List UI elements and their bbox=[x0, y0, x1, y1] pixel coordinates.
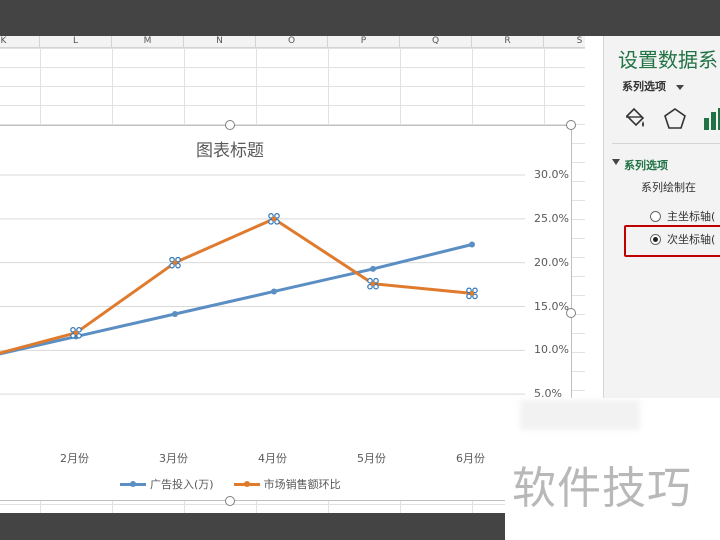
y2-tick-label: 10.0% bbox=[534, 343, 569, 357]
column-header[interactable]: Q bbox=[400, 36, 472, 48]
x-tick-label: 4月份 bbox=[258, 452, 287, 465]
radio-button[interactable] bbox=[650, 210, 661, 222]
top-dark-band bbox=[0, 0, 720, 36]
column-header[interactable]: O bbox=[256, 36, 328, 48]
resize-handle[interactable] bbox=[566, 120, 576, 130]
x-tick-label: 6月份 bbox=[456, 452, 485, 465]
x-tick-label: 5月份 bbox=[357, 452, 386, 465]
chart-title[interactable]: 图表标题 bbox=[150, 136, 310, 161]
highlight-annotation-box bbox=[624, 225, 720, 257]
y2-tick-label: 20.0% bbox=[534, 255, 569, 269]
y2-tick-label: 15.0% bbox=[534, 299, 569, 313]
column-header[interactable]: M bbox=[112, 36, 184, 48]
bottom-dark-band bbox=[0, 513, 505, 540]
x-tick-label: 2月份 bbox=[60, 452, 89, 465]
column-header[interactable]: S bbox=[544, 36, 585, 48]
chart-object[interactable] bbox=[0, 125, 572, 501]
radio-label: 主坐标轴( bbox=[667, 210, 716, 223]
resize-handle[interactable] bbox=[225, 496, 235, 506]
column-header[interactable]: K bbox=[0, 36, 40, 48]
series-options-bars-icon[interactable] bbox=[702, 106, 720, 132]
legend-swatch-line-icon bbox=[120, 480, 146, 487]
series-options-dropdown[interactable]: 系列选项 bbox=[622, 78, 684, 94]
column-header[interactable]: R bbox=[472, 36, 544, 48]
legend-swatch-line-icon bbox=[233, 480, 260, 487]
column-header[interactable]: P bbox=[328, 36, 400, 48]
watermark-text: 软件技巧 bbox=[512, 463, 692, 514]
blurred-region bbox=[520, 400, 640, 430]
format-data-series-pane[interactable]: 设置数据系 系列选项 系列选项 系列绘制在 主坐标轴( 次坐标轴( bbox=[603, 36, 720, 434]
chevron-down-icon bbox=[675, 84, 684, 90]
legend-entry[interactable]: 市场销售额环比 bbox=[233, 476, 341, 492]
column-header[interactable]: N bbox=[184, 36, 256, 48]
legend-label: 市场销售额环比 bbox=[263, 478, 341, 491]
y2-tick-label: 30.0% bbox=[534, 168, 569, 181]
section-series-options[interactable]: 系列选项 bbox=[624, 157, 668, 173]
radio-primary-axis[interactable]: 主坐标轴( bbox=[650, 208, 715, 224]
pane-divider bbox=[612, 143, 720, 144]
pane-title: 设置数据系 bbox=[618, 48, 718, 72]
legend-entry[interactable]: 广告投入(万) bbox=[120, 476, 214, 492]
legend-label: 广告投入(万) bbox=[150, 478, 214, 491]
column-header[interactable]: L bbox=[40, 36, 112, 48]
y2-tick-label: 25.0% bbox=[534, 211, 569, 225]
dropdown-label: 系列选项 bbox=[622, 80, 666, 93]
x-tick-label: 3月份 bbox=[159, 452, 188, 465]
collapse-triangle-icon[interactable] bbox=[612, 159, 620, 165]
resize-handle[interactable] bbox=[225, 120, 235, 130]
fill-line-icon[interactable] bbox=[622, 106, 648, 132]
column-header-row: K L M N O P Q R S bbox=[0, 36, 585, 48]
chart-legend[interactable]: 广告投入(万) 市场销售额环比 bbox=[120, 476, 341, 492]
effects-pentagon-icon[interactable] bbox=[662, 106, 688, 132]
plot-series-on-label: 系列绘制在 bbox=[641, 181, 696, 194]
resize-handle[interactable] bbox=[566, 308, 576, 318]
